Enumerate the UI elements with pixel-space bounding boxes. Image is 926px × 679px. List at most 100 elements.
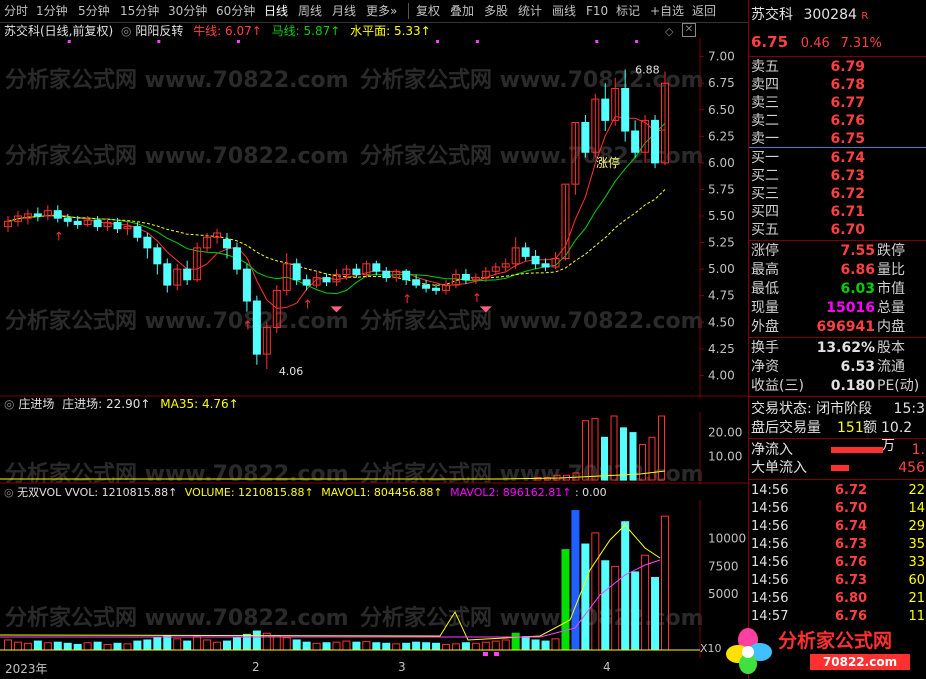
ask-label: 卖四 [751, 77, 779, 93]
indicator-toggle-icon[interactable]: ◎ [121, 24, 131, 38]
buy-arrow-icon: ↑ [54, 229, 64, 243]
bid-row[interactable]: 买四 6.71 [751, 203, 925, 221]
kline-chart[interactable]: 7.00 6.75 6.50 6.25 6.00 5.75 5.50 5.25 5.00 4.75… [0, 38, 748, 398]
toolbar-item[interactable]: 更多» [366, 3, 397, 19]
price-pct: 7.31% [840, 36, 882, 51]
stat-row: 涨停 7.55 跌停 [751, 242, 925, 260]
ask-row[interactable]: 卖一 6.75 [751, 130, 925, 148]
volume-bar [312, 642, 321, 651]
volume-bar [412, 641, 421, 651]
tick-time: 14:56 [751, 573, 789, 588]
volume-bar [193, 636, 202, 651]
toolbar-item[interactable]: 30分钟 [168, 3, 207, 19]
bid-row[interactable]: 买三 6.72 [751, 185, 925, 203]
toolbar-item[interactable]: 返回 [692, 3, 716, 19]
zjc-info-line: ◎ 庄进场 庄进场: 22.90↑ MA35: 4.76↑ [4, 396, 239, 412]
toolbar-item[interactable]: 60分钟 [216, 3, 255, 19]
zjc-bar [591, 417, 599, 481]
tick-row: 14:56 6.74 29 [751, 518, 925, 535]
toolbar-item[interactable]: 多股 [484, 3, 508, 19]
y-tick-label: 10.00 [708, 449, 742, 463]
stat-row: 外盘 696941 内盘 [751, 318, 925, 336]
volume-bar [93, 641, 102, 651]
finance-value: 6.53 [840, 359, 875, 375]
stat-label: 总量 [877, 300, 905, 316]
logo-text: 分析家公式网 [778, 630, 893, 652]
stat-value: 6.86 [840, 262, 875, 278]
zjc-chart[interactable]: 20.00 10.00 [0, 412, 748, 484]
candle-body [651, 119, 660, 164]
volume-bar [143, 639, 152, 651]
ask-row[interactable]: 卖二 6.76 [751, 112, 925, 130]
close-icon[interactable]: ✕ [682, 23, 696, 37]
toolbar-item[interactable]: 分时 [4, 3, 28, 19]
candle-body [581, 122, 590, 153]
stat-label: 现量 [751, 300, 779, 316]
volume-bar [461, 642, 470, 651]
y-tick-label: 6.25 [708, 129, 735, 143]
buy-arrow-icon: ↑ [243, 319, 253, 333]
indicator-name[interactable]: 阳阳反转 [135, 24, 183, 38]
toolbar-item[interactable]: 标记 [616, 3, 640, 19]
volume-bar [402, 642, 411, 651]
toolbar-item[interactable]: 15分钟 [120, 3, 159, 19]
toolbar-item[interactable]: F10 [586, 3, 608, 19]
candle-body [631, 130, 640, 153]
ma-line-label: 马线: 5.87↑ [271, 24, 341, 38]
toolbar-item[interactable]: 画线 [552, 3, 576, 19]
tick-row: 14:56 6.72 22 [751, 482, 925, 499]
after-hours-label: 盘后交易量 [751, 420, 821, 436]
ask-price: 6.77 [830, 95, 865, 111]
ask-price: 6.79 [830, 59, 865, 75]
site-logo: 分析家公式网 70822.com [718, 620, 918, 676]
finance-label: PE(动) [877, 378, 920, 394]
toolbar-item[interactable]: 日线 [264, 3, 288, 19]
volume-bar [372, 642, 381, 651]
volume-bar [521, 636, 530, 651]
tick-row: 14:56 6.73 35 [751, 536, 925, 553]
indicator-toggle-icon[interactable]: ◎ [4, 486, 14, 499]
candle-body [372, 263, 381, 272]
candle-body [113, 221, 122, 230]
candle-body [422, 284, 431, 289]
indicator-toggle-icon[interactable]: ◎ [4, 397, 14, 411]
bid-row[interactable]: 买一 6.74 [751, 149, 925, 167]
volume-bar [183, 640, 192, 651]
after-hours-amt-label: 额 [863, 420, 877, 436]
toolbar-item[interactable]: 复权 [416, 3, 440, 19]
bid-row[interactable]: 买五 6.70 [751, 221, 925, 239]
bid-price: 6.71 [830, 204, 865, 220]
y-tick-label: 5000 [708, 587, 739, 601]
toolbar-item[interactable]: +自选 [650, 3, 684, 19]
volume-bar [223, 640, 231, 651]
zjc-title[interactable]: 庄进场 [18, 397, 54, 411]
trade-state-row: 交易状态: 闭市阶段 15:3 [751, 400, 925, 418]
mavol1-line [0, 524, 661, 641]
toolbar-item[interactable]: 5分钟 [78, 3, 110, 19]
ask-row[interactable]: 卖三 6.77 [751, 94, 925, 112]
toolbar-item[interactable]: 叠加 [450, 3, 474, 19]
tick-volume: 29 [908, 519, 925, 534]
candle-body [163, 263, 172, 286]
finance-row: 净资 6.53 流通 [751, 358, 925, 376]
quote-price-row: 6.75 0.46 7.31% [751, 33, 925, 51]
vol-title[interactable]: 无双VOL [17, 486, 61, 499]
bid-label: 买三 [751, 186, 779, 202]
toolbar-item[interactable]: 统计 [518, 3, 542, 19]
y-tick-label: 6.50 [708, 103, 735, 117]
toolbar-item[interactable]: 1分钟 [36, 3, 68, 19]
bid-price: 6.74 [830, 150, 865, 166]
ask-row[interactable]: 卖五 6.79 [751, 58, 925, 76]
x-label: 2 [252, 660, 260, 674]
tick-time: 14:56 [751, 519, 789, 534]
volume-bar [73, 643, 82, 651]
volume-chart[interactable]: 10000 7500 5000 [0, 500, 748, 658]
toolbar-item[interactable]: 周线 [298, 3, 322, 19]
ask-row[interactable]: 卖四 6.78 [751, 76, 925, 94]
toolbar-item[interactable]: 月线 [332, 3, 356, 19]
volume-bar [481, 641, 490, 651]
tick-volume: 60 [908, 573, 925, 588]
tick-time: 14:56 [751, 591, 789, 606]
bid-row[interactable]: 买二 6.73 [751, 167, 925, 185]
logo-url: 70822.com [810, 654, 910, 670]
